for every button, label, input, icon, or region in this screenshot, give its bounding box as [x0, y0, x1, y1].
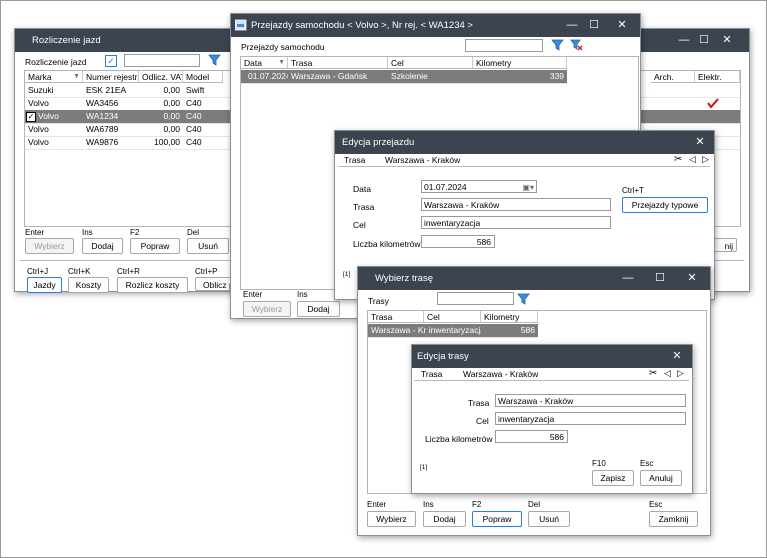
- col-header-trasa[interactable]: Trasa: [368, 311, 424, 323]
- rozliczenie-search-input[interactable]: [124, 54, 200, 67]
- minimize-icon[interactable]: —: [563, 17, 581, 33]
- zamknij-button[interactable]: Zamknij: [649, 511, 698, 527]
- col-header-vat[interactable]: Odlicz. VAT: [139, 71, 183, 83]
- arrow-left-icon[interactable]: ◁: [689, 154, 696, 165]
- jazdy-button[interactable]: Jazdy: [27, 277, 62, 293]
- dodaj-button[interactable]: Dodaj: [423, 511, 466, 527]
- dodaj-button[interactable]: Dodaj: [82, 238, 123, 254]
- maximize-icon[interactable]: ☐: [651, 270, 669, 286]
- dodaj-button[interactable]: Dodaj: [297, 301, 340, 317]
- close-icon[interactable]: ✕: [718, 32, 736, 48]
- cel-input[interactable]: inwentaryzacja: [421, 216, 611, 229]
- przejazdy-label: Przejazdy samochodu: [241, 42, 325, 52]
- sort-icon: ▼: [73, 73, 80, 80]
- record-strip: Trasa Warszawa - Kraków ✂ ◁ ▷: [414, 368, 689, 381]
- trasa-input[interactable]: Warszawa - Kraków: [421, 198, 611, 211]
- wybierz-button[interactable]: Wybierz: [367, 511, 416, 527]
- table-row-selected[interactable]: 01.07.2024 Warszawa - Gdańsk Szkolenie 3…: [241, 70, 567, 84]
- scissors-icon[interactable]: ✂: [649, 368, 657, 379]
- trasy-label: Trasy: [368, 296, 389, 306]
- filter-checkbox[interactable]: ✓: [105, 55, 117, 67]
- record-strip: Trasa Warszawa - Kraków ✂ ◁ ▷: [338, 154, 710, 167]
- close-icon[interactable]: ✕: [691, 134, 709, 150]
- col-header-kilometry[interactable]: Kilometry: [473, 57, 567, 69]
- col-header-kilometry[interactable]: Kilometry: [481, 311, 538, 323]
- wybierz-trase-title: Wybierz trasę: [375, 273, 433, 284]
- calendar-icon[interactable]: ▣▾: [522, 181, 534, 194]
- col-header-arch[interactable]: Arch.: [651, 71, 695, 83]
- popraw-button[interactable]: Popraw: [130, 238, 180, 254]
- minimize-icon[interactable]: —: [675, 32, 693, 48]
- rozlicz-koszty-button[interactable]: Rozlicz koszty: [117, 277, 188, 293]
- close-icon[interactable]: ✕: [613, 17, 631, 33]
- wybierz-button[interactable]: Wybierz: [25, 238, 74, 254]
- app-icon: [234, 19, 247, 33]
- checkmark-icon: [707, 97, 719, 111]
- przejazdy-titlebar[interactable]: Przejazdy samochodu < Volvo >, Nr rej. <…: [231, 14, 640, 37]
- cel-input[interactable]: inwentaryzacja: [495, 412, 686, 425]
- col-header-cel[interactable]: Cel: [388, 57, 473, 69]
- oblicz-button[interactable]: Oblicz p: [195, 277, 235, 291]
- km-input[interactable]: 586: [421, 235, 495, 248]
- filter-clear-icon[interactable]: [570, 39, 583, 54]
- edycja-trasy-title: Edycja trasy: [417, 351, 469, 362]
- koszty-button[interactable]: Koszty: [68, 277, 109, 293]
- maximize-icon[interactable]: ☐: [585, 17, 603, 33]
- col-header-data[interactable]: Data ▼: [241, 57, 288, 69]
- col-header-cel[interactable]: Cel: [424, 311, 481, 323]
- maximize-icon[interactable]: ☐: [695, 32, 713, 48]
- edycja-przejazdu-title: Edycja przejazdu: [342, 137, 415, 148]
- filter-icon[interactable]: [517, 293, 530, 307]
- przejazdy-title: Przejazdy samochodu < Volvo >, Nr rej. <…: [251, 20, 473, 31]
- col-header-marka[interactable]: Marka ▼: [25, 71, 83, 83]
- close-icon[interactable]: ✕: [683, 270, 701, 286]
- przejazdy-typowe-button[interactable]: Przejazdy typowe: [622, 197, 708, 213]
- filter-icon[interactable]: [551, 39, 564, 53]
- data-input[interactable]: 01.07.2024 ▣▾: [421, 180, 537, 193]
- zapisz-button[interactable]: Zapisz: [592, 470, 634, 486]
- rozliczenie-filter-label: Rozliczenie jazd: [25, 57, 87, 67]
- edycja-trasy-window: Edycja trasy ✕ Trasa Warszawa - Kraków ✂…: [411, 344, 693, 494]
- anuluj-button[interactable]: Anuluj: [640, 470, 682, 486]
- edycja-trasy-titlebar[interactable]: Edycja trasy ✕: [412, 345, 692, 368]
- popraw-button[interactable]: Popraw: [472, 511, 522, 527]
- minimize-icon[interactable]: —: [619, 270, 637, 286]
- trasy-search-input[interactable]: [437, 292, 514, 305]
- edycja-przejazdu-titlebar[interactable]: Edycja przejazdu ✕: [335, 131, 714, 154]
- close-icon[interactable]: ✕: [668, 348, 686, 364]
- przejazdy-search-input[interactable]: [465, 39, 543, 52]
- trasa-input[interactable]: Warszawa - Kraków: [495, 394, 686, 407]
- scissors-icon[interactable]: ✂: [674, 154, 682, 165]
- col-header-trasa[interactable]: Trasa: [288, 57, 388, 69]
- usun-button[interactable]: Usuń: [187, 238, 229, 254]
- col-header-elektr[interactable]: Elektr.: [695, 71, 740, 83]
- km-input[interactable]: 586: [495, 430, 568, 443]
- arrow-right-icon[interactable]: ▷: [677, 368, 684, 379]
- filter-icon[interactable]: [208, 54, 221, 68]
- table-row-selected[interactable]: Warszawa - Kr inwentaryzacja 586: [368, 324, 538, 338]
- col-header-numer[interactable]: Numer rejestrac: [83, 71, 139, 83]
- wybierz-trase-titlebar[interactable]: Wybierz trasę — ☐ ✕: [358, 267, 710, 290]
- wybierz-button[interactable]: Wybierz: [243, 301, 291, 317]
- sort-icon: ▼: [278, 59, 285, 66]
- rozliczenie-title: Rozliczenie jazd: [32, 35, 101, 46]
- arrow-right-icon[interactable]: ▷: [702, 154, 709, 165]
- col-header-model[interactable]: Model: [183, 71, 223, 83]
- arrow-left-icon[interactable]: ◁: [664, 368, 671, 379]
- usun-button[interactable]: Usuń: [528, 511, 570, 527]
